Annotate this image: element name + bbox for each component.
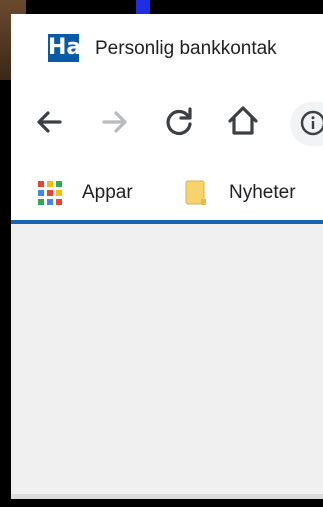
info-icon[interactable] xyxy=(300,110,323,136)
browser-toolbar xyxy=(11,84,323,160)
browser-window: Ha Personlig bankkontak Appar Nyheter xyxy=(11,14,323,499)
tab-title[interactable]: Personlig bankkontak xyxy=(95,38,277,60)
tab-bar: Ha Personlig bankkontak xyxy=(11,14,323,84)
address-bar[interactable] xyxy=(290,102,323,146)
site-favicon: Ha xyxy=(48,34,82,62)
home-button[interactable] xyxy=(225,102,261,138)
bookmark-icon xyxy=(185,180,206,205)
bookmark-news-label: Nyheter xyxy=(229,182,296,203)
back-button[interactable] xyxy=(31,104,67,140)
apps-grid-icon xyxy=(38,181,62,205)
desktop-background-top xyxy=(136,0,150,14)
bookmark-news[interactable]: Nyheter xyxy=(171,176,323,208)
arrow-right-icon xyxy=(102,111,127,133)
page-bottom-divider xyxy=(11,494,323,499)
page-content-area xyxy=(11,224,323,494)
bookmark-apps-label: Appar xyxy=(82,182,133,203)
reload-button[interactable] xyxy=(161,104,197,140)
arrow-left-icon xyxy=(37,111,62,133)
bookmarks-bar: Appar Nyheter xyxy=(11,160,323,224)
reload-icon xyxy=(166,107,192,136)
bookmark-apps[interactable]: Appar xyxy=(11,176,161,208)
home-icon xyxy=(228,106,258,135)
forward-button[interactable] xyxy=(97,104,133,140)
